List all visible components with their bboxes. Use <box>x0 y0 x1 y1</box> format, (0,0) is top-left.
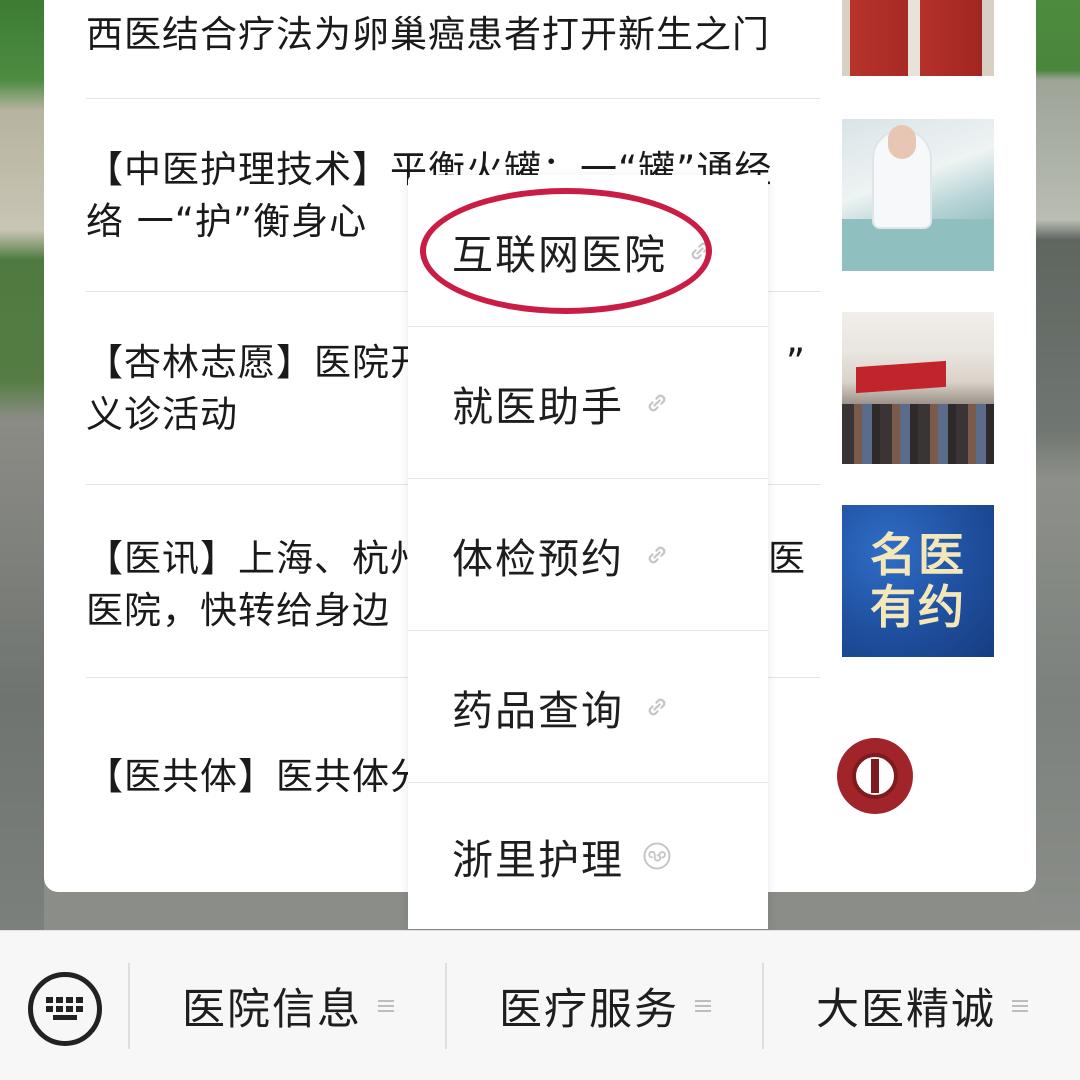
menu-item-medical-assistant[interactable]: 就医助手 <box>408 327 768 479</box>
tab-hospital-info[interactable]: 医院信息 <box>130 931 446 1080</box>
photo-people <box>842 404 994 464</box>
menu-lines-icon <box>378 1000 394 1012</box>
menu-item-label: 互联网医院 <box>452 230 667 279</box>
tab-label: 医疗服务 <box>499 985 679 1035</box>
link-icon <box>691 242 709 259</box>
popup-menu: 互联网医院 就医助手 体检预约 药品查询 浙里护理 <box>408 175 768 929</box>
menu-lines-icon <box>1012 1000 1028 1012</box>
menu-item-label: 浙里护理 <box>452 836 624 884</box>
menu-item-checkup-booking[interactable]: 体检预约 <box>408 479 768 631</box>
background-photo-right <box>1036 0 1080 930</box>
menu-item-label: 就医助手 <box>452 382 624 431</box>
link-icon <box>648 698 666 715</box>
photo-banner <box>856 360 946 394</box>
article-title-line: 【医讯】上海、杭州 <box>86 537 428 580</box>
menu-item-internet-hospital[interactable]: 互联网医院 <box>408 175 768 327</box>
hospital-logo-icon <box>837 738 913 814</box>
tab-great-doctor[interactable]: 大医精诚 <box>764 931 1080 1080</box>
article-thumbnail <box>842 0 994 76</box>
article-thumbnail <box>842 119 994 271</box>
keyboard-icon[interactable] <box>28 972 102 1046</box>
bottom-menu-bar: 医院信息 医疗服务 大医精诚 <box>0 930 1080 1080</box>
menu-item-drug-lookup[interactable]: 药品查询 <box>408 631 768 783</box>
menu-item-label: 药品查询 <box>452 686 624 735</box>
article-title-line-end: ” <box>785 341 806 384</box>
article-item[interactable]: 西医结合疗法为卵巢癌患者打开新生之门 <box>86 0 994 99</box>
menu-item-label: 体检预约 <box>452 534 624 583</box>
photo-face <box>888 125 916 159</box>
tab-label: 大医精诚 <box>816 985 996 1035</box>
doctor-banner-text: 有约 <box>870 580 966 634</box>
keyboard-keys-icon <box>46 997 83 1020</box>
menu-item-zheli-nursing[interactable]: 浙里护理 <box>408 783 768 929</box>
link-icon <box>648 394 666 411</box>
article-title-line-end: 医 <box>768 537 806 580</box>
article-thumbnail: 名医 有约 <box>842 505 994 657</box>
link-icon <box>648 546 666 563</box>
menu-lines-icon <box>695 1000 711 1012</box>
background-photo-left <box>0 0 44 930</box>
tab-label: 医院信息 <box>182 985 362 1035</box>
tab-medical-services[interactable]: 医疗服务 <box>447 931 763 1080</box>
article-thumbnail <box>842 312 994 464</box>
article-title: 西医结合疗法为卵巢癌患者打开新生之门 <box>86 13 770 56</box>
mini-program-icon <box>643 842 671 870</box>
doctor-banner-text: 名医 <box>870 528 966 582</box>
